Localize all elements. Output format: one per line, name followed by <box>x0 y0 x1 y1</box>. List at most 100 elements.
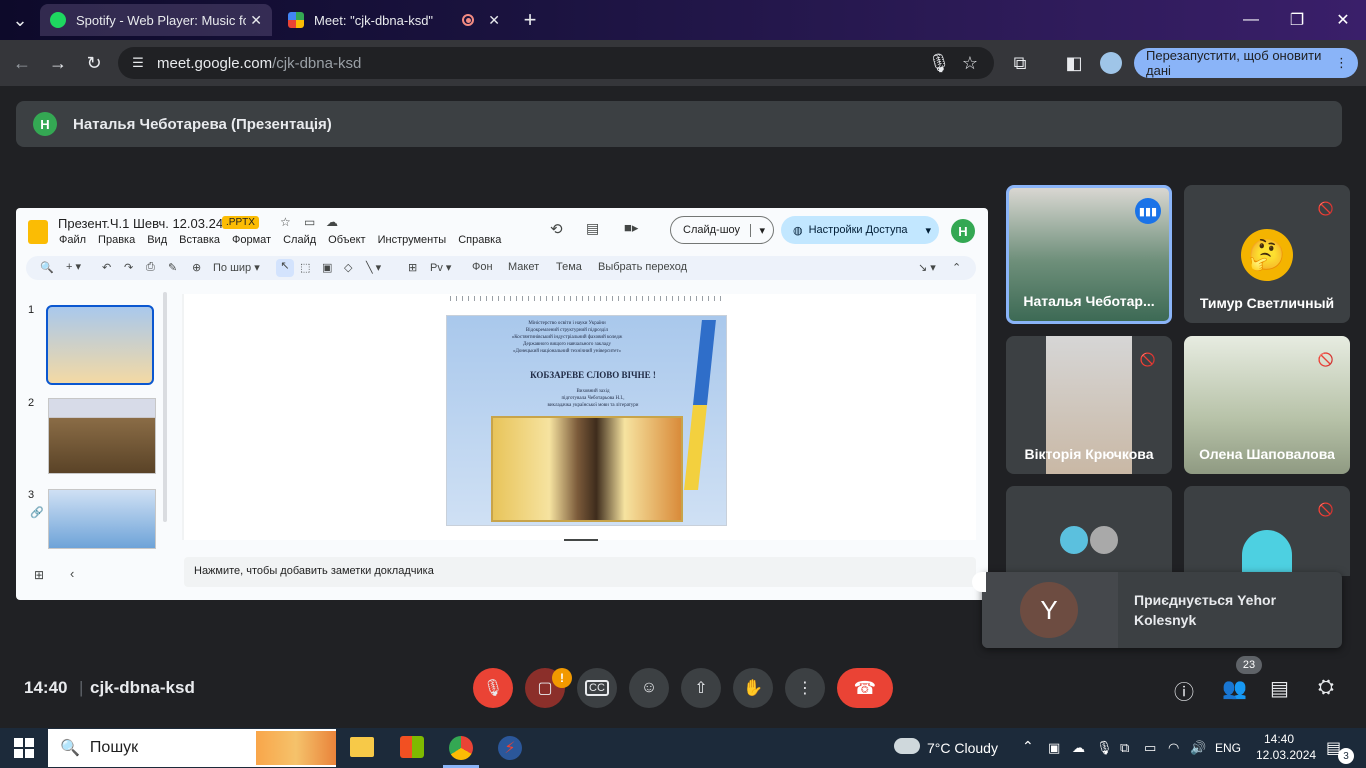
restore-icon[interactable]: ❐ <box>1274 0 1320 40</box>
slide-thumbnail-2[interactable] <box>48 398 156 474</box>
star-icon[interactable]: ☆ <box>280 215 291 229</box>
store-icon[interactable] <box>400 736 424 758</box>
collapse-toolbar-icon[interactable]: ⌃ <box>952 261 961 274</box>
file-explorer-icon[interactable] <box>350 737 374 757</box>
slide-thumbnail-3[interactable] <box>48 489 156 549</box>
menu-item[interactable]: Объект <box>328 234 365 246</box>
mic-tray-icon[interactable]: 🎙 <box>1096 740 1113 756</box>
zoom-select[interactable]: По шир ▾ <box>213 261 260 274</box>
transition-button[interactable]: Выбрать переход <box>598 261 687 273</box>
microphone-icon[interactable]: 🎙 <box>927 51 951 75</box>
bookmark-star-icon[interactable]: ☆ <box>958 51 982 75</box>
participant-tile[interactable]: 🚫 🤔 Тимур Светличный <box>1184 185 1350 323</box>
image-icon[interactable]: ▣ <box>322 261 332 274</box>
menu-item[interactable]: Формат <box>232 234 271 246</box>
back-icon[interactable]: ← <box>10 51 34 75</box>
cloud-tray-icon[interactable]: ☁ <box>1072 740 1085 756</box>
user-avatar[interactable]: Н <box>951 219 975 243</box>
start-icon[interactable] <box>14 738 34 758</box>
thumb-scrollbar[interactable] <box>163 292 167 522</box>
chrome-icon[interactable] <box>449 736 473 760</box>
undo-icon[interactable]: ↶ <box>102 261 111 274</box>
participant-tile[interactable]: ▮▮▮ Наталья Чеботар... <box>1006 185 1172 324</box>
battery-icon[interactable]: ▭ <box>1144 740 1156 756</box>
show-hidden-icons[interactable]: ⌃ <box>1022 738 1034 755</box>
comments-icon[interactable]: ▤ <box>586 220 599 237</box>
meet-camera-icon[interactable]: ■▸ <box>624 220 638 236</box>
app-icon[interactable]: ⚡ <box>498 736 522 760</box>
volume-icon[interactable]: 🔊 <box>1190 740 1206 756</box>
mic-toggle-button[interactable]: 🎙 <box>473 668 513 708</box>
end-call-button[interactable]: ☎ <box>837 668 893 708</box>
tab-spotify[interactable]: Spotify - Web Player: Music for ✕ <box>40 4 272 36</box>
move-folder-icon[interactable]: ▭ <box>304 215 315 229</box>
participant-tile[interactable]: 🚫 Вікторія Крючкова <box>1006 336 1172 474</box>
current-slide[interactable]: Міністерство освіти і науки України Відо… <box>446 315 727 526</box>
background-button[interactable]: Фон <box>472 261 493 273</box>
restart-update-button[interactable]: Перезапустити, щоб оновити дані ⋮ <box>1134 48 1358 78</box>
weather-text[interactable]: 7°C Cloudy <box>927 740 998 756</box>
theme-button[interactable]: Тема <box>556 261 582 273</box>
share-button[interactable]: ◍ Настройки Доступа ▾ <box>781 216 939 244</box>
speaker-notes[interactable]: Нажмите, чтобы добавить заметки докладчи… <box>184 557 976 587</box>
text-format-icon[interactable]: Pv ▾ <box>430 261 451 274</box>
taskbar-date[interactable]: 12.03.2024 <box>1256 748 1316 762</box>
menu-item[interactable]: Справка <box>458 234 501 246</box>
forward-icon[interactable]: → <box>46 51 70 75</box>
slideshow-button[interactable]: Слайд-шоу ▾ <box>670 216 774 244</box>
minimize-icon[interactable]: — <box>1228 0 1274 40</box>
history-icon[interactable]: ⟲ <box>550 220 563 238</box>
meet-tray-icon[interactable]: ▣ <box>1048 740 1060 756</box>
frame-icon[interactable]: ⬚ <box>300 261 310 274</box>
line-icon[interactable]: ╲ ▾ <box>366 261 381 274</box>
tab-meet[interactable]: Meet: "cjk-dbna-ksd" ✕ <box>278 4 510 36</box>
link-icon[interactable]: 🔗 <box>30 506 44 519</box>
panel-resize-handle[interactable] <box>564 539 598 541</box>
people-icon[interactable]: 👥 <box>1222 676 1247 701</box>
reload-icon[interactable]: ↻ <box>82 51 106 75</box>
redo-icon[interactable]: ↷ <box>124 261 133 274</box>
doc-title[interactable]: Презент.Ч.1 Шевч. 12.03.24 <box>58 216 223 231</box>
wifi-icon[interactable]: ◠ <box>1168 740 1179 756</box>
raise-hand-button[interactable]: ✋ <box>733 668 773 708</box>
close-tab-icon[interactable]: ✕ <box>250 12 262 29</box>
add-icon[interactable]: + ▾ <box>66 260 81 273</box>
meeting-info-icon[interactable]: ⓘ <box>1174 676 1194 705</box>
pointer-mode-icon[interactable]: ↘ ▾ <box>918 261 936 274</box>
select-tool-icon[interactable]: ↖ <box>276 259 294 277</box>
profile-avatar[interactable] <box>1100 52 1122 74</box>
activities-icon[interactable]: ⛭ <box>1318 676 1334 699</box>
side-panel-icon[interactable]: ◧ <box>1062 51 1086 75</box>
grid-view-icon[interactable]: ⊞ <box>34 568 44 582</box>
menu-item[interactable]: Правка <box>98 234 135 246</box>
taskbar-search[interactable]: 🔍 Пошук <box>48 729 336 767</box>
captions-button[interactable]: CC <box>577 668 617 708</box>
comment-add-icon[interactable]: ⊞ <box>408 261 417 274</box>
extensions-icon[interactable]: ⧉ <box>1008 51 1032 75</box>
shape-icon[interactable]: ◇ <box>344 261 352 274</box>
participant-tile[interactable] <box>1006 486 1172 576</box>
site-info-icon[interactable]: ☰ <box>126 51 150 75</box>
menu-item[interactable]: Вид <box>147 234 167 246</box>
participant-tile[interactable]: 🚫 Олена Шаповалова <box>1184 336 1350 474</box>
taskbar-time[interactable]: 14:40 <box>1264 732 1294 746</box>
new-tab-icon[interactable]: + <box>518 7 542 32</box>
slide-thumbnail-1[interactable] <box>46 305 154 385</box>
zoom-icon[interactable]: ⊕ <box>192 261 201 274</box>
menu-item[interactable]: Инструменты <box>378 234 447 246</box>
chat-icon[interactable]: ▤ <box>1270 676 1289 701</box>
paint-format-icon[interactable]: ✎ <box>168 261 177 274</box>
more-options-button[interactable]: ⋮ <box>785 668 825 708</box>
language-indicator[interactable]: ENG <box>1215 741 1241 755</box>
search-menu-icon[interactable]: 🔍 <box>40 261 54 274</box>
menu-item[interactable]: Слайд <box>283 234 316 246</box>
menu-item[interactable]: Вставка <box>179 234 220 246</box>
present-button[interactable]: ⇧ <box>681 668 721 708</box>
print-icon[interactable]: ⎙ <box>146 261 155 274</box>
tab-search-icon[interactable]: ⌄ <box>8 8 32 32</box>
close-tab-icon[interactable]: ✕ <box>488 12 500 29</box>
screen-share-tray-icon[interactable]: ⧉ <box>1120 740 1129 756</box>
menu-item[interactable]: Файл <box>59 234 86 246</box>
layout-button[interactable]: Макет <box>508 261 539 273</box>
collapse-panel-icon[interactable]: ‹ <box>70 566 74 581</box>
